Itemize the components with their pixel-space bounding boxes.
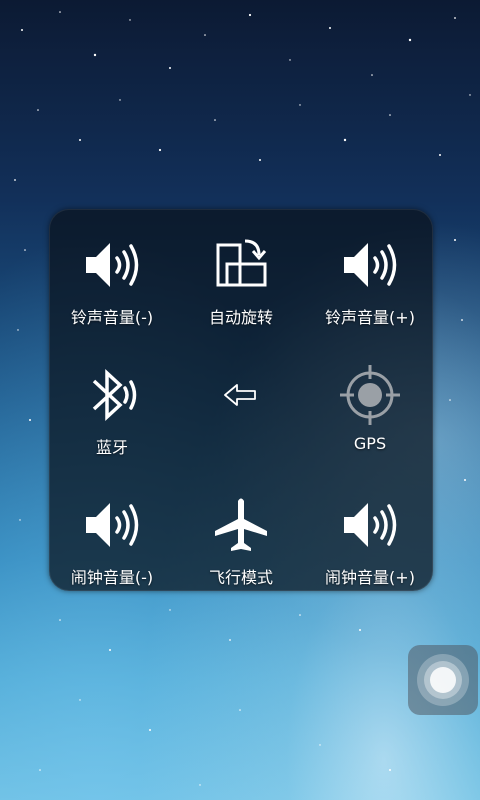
speaker-volume-icon [335, 230, 405, 300]
ringtone-volume-up-button[interactable]: 铃声音量(+) [308, 218, 432, 338]
back-button[interactable] [179, 348, 303, 468]
airplane-mode-toggle[interactable]: 飞行模式 [179, 478, 303, 598]
assistive-touch-icon [417, 654, 469, 706]
ringtone-volume-down-button[interactable]: 铃声音量(-) [50, 218, 174, 338]
back-arrow-icon [206, 360, 276, 430]
bluetooth-icon [77, 360, 147, 430]
gps-toggle[interactable]: GPS [308, 348, 432, 468]
assistive-touch-button[interactable] [408, 645, 478, 715]
auto-rotate-button[interactable]: 自动旋转 [179, 218, 303, 338]
tile-label: 闹钟音量(+) [325, 568, 415, 587]
tile-label: 铃声音量(-) [70, 308, 154, 327]
airplane-icon [206, 490, 276, 560]
speaker-volume-icon [77, 230, 147, 300]
alarm-volume-up-button[interactable]: 闹钟音量(+) [308, 478, 432, 598]
speaker-volume-icon [335, 490, 405, 560]
bluetooth-toggle[interactable]: 蓝牙 [50, 348, 174, 468]
auto-rotate-icon [206, 230, 276, 300]
gps-icon [335, 360, 405, 430]
tile-label: 闹钟音量(-) [70, 568, 154, 587]
speaker-volume-icon [77, 490, 147, 560]
tile-label: GPS [353, 434, 387, 453]
alarm-volume-down-button[interactable]: 闹钟音量(-) [50, 478, 174, 598]
quick-settings-panel: 铃声音量(-) 自动旋转 铃声音量(+) 蓝牙 GPS 闹钟音量(-) 飞行模式… [49, 209, 433, 591]
tile-label: 自动旋转 [208, 308, 273, 327]
tile-label: 铃声音量(+) [325, 308, 415, 327]
tile-label: 蓝牙 [95, 438, 128, 457]
tile-label: 飞行模式 [208, 568, 273, 587]
